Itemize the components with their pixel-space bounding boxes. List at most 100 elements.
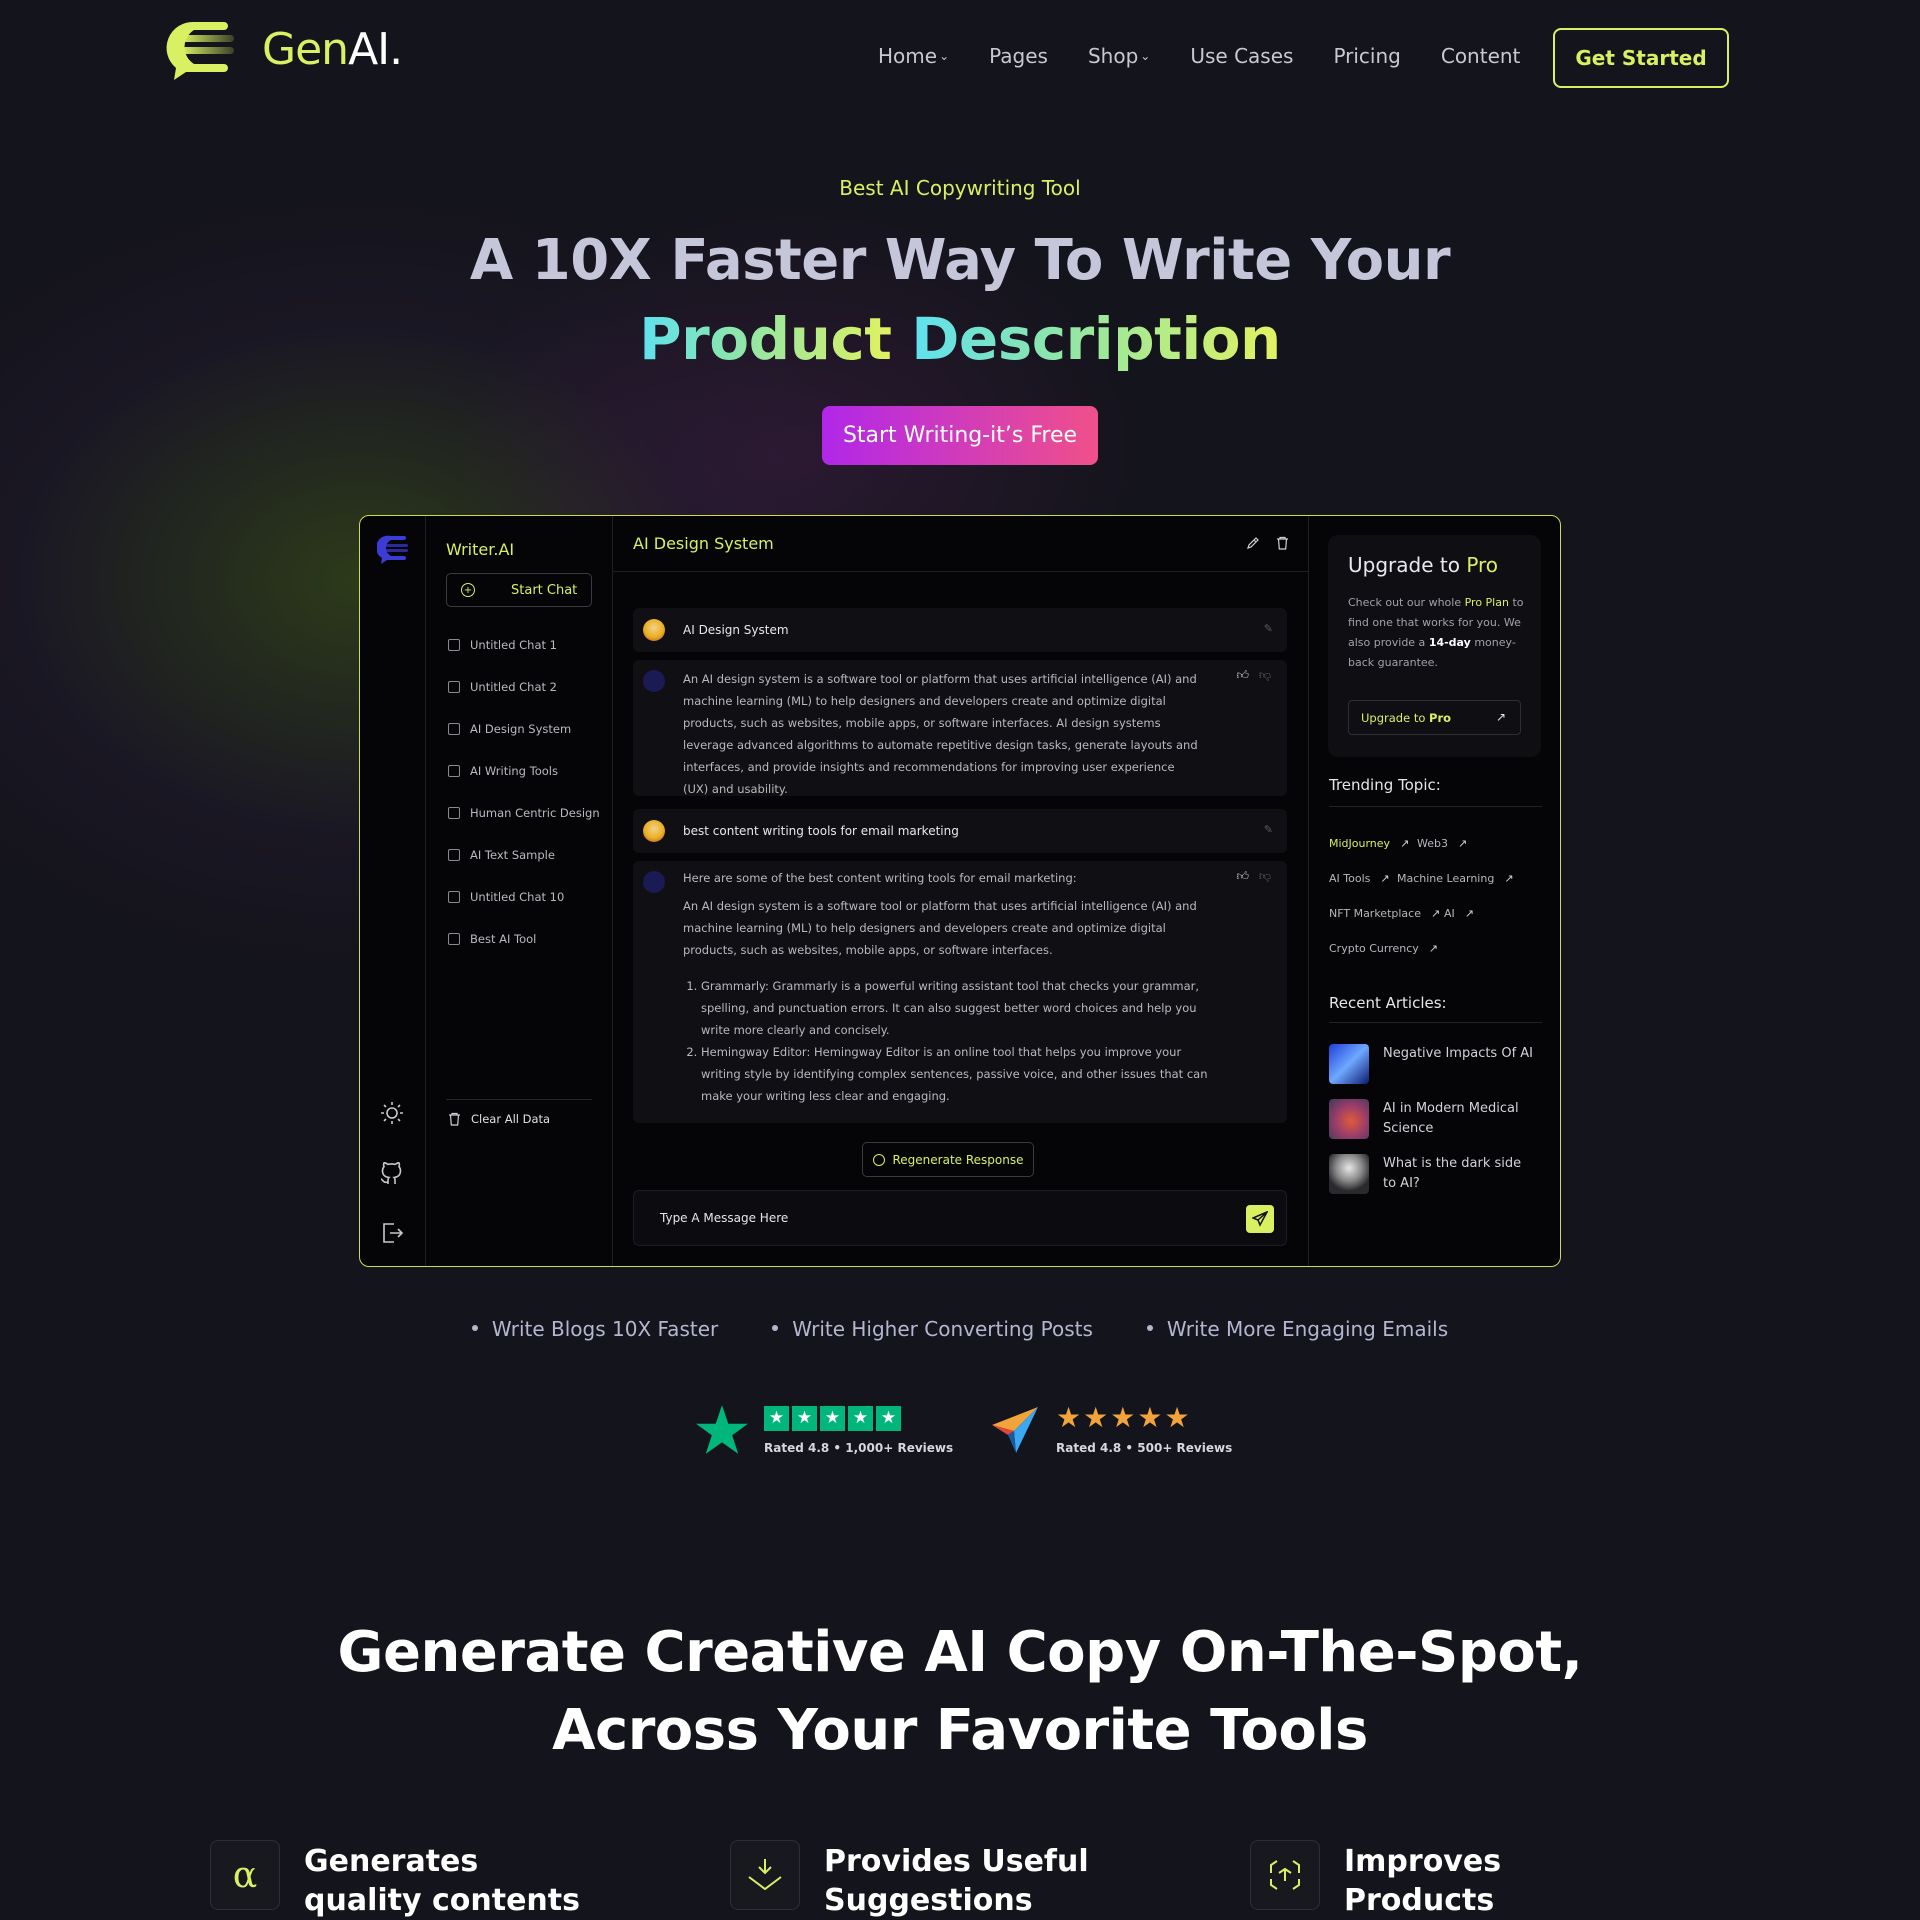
clear-all-button[interactable]: Clear All Data — [448, 1112, 550, 1126]
avatar — [643, 619, 665, 641]
focus-frame-icon — [1250, 1840, 1320, 1910]
chat-item[interactable]: Untitled Chat 10 — [448, 890, 564, 904]
benefit-list: Write Blogs 10X Faster Write Higher Conv… — [0, 1317, 1920, 1341]
user-message: AI Design System ✎ — [633, 608, 1287, 652]
tool-list: Grammarly: Grammarly is a powerful writi… — [701, 975, 1213, 1107]
sun-icon[interactable] — [379, 1100, 405, 1126]
chat-icon — [448, 891, 460, 903]
send-button[interactable] — [1246, 1205, 1274, 1233]
star-icon: ★ — [792, 1405, 817, 1431]
github-icon[interactable] — [379, 1160, 405, 1186]
edit-icon[interactable] — [1246, 536, 1260, 550]
nav-pages[interactable]: Pages — [989, 44, 1048, 68]
logo[interactable]: GenAI. — [164, 18, 403, 80]
logout-icon[interactable] — [379, 1220, 405, 1246]
chat-list: Writer.AI + Start Chat Untitled Chat 1 U… — [426, 516, 613, 1266]
chat-item[interactable]: Untitled Chat 2 — [448, 680, 557, 694]
chat-main: AI Design System AI Design System ✎ An A… — [613, 516, 1309, 1266]
trending-tag[interactable]: MidJourney ↗ — [1329, 837, 1409, 850]
trash-icon[interactable] — [1276, 536, 1289, 550]
upgrade-text: Check out our whole Pro Plan to find one… — [1348, 596, 1524, 669]
start-chat-button[interactable]: + Start Chat — [446, 573, 592, 607]
chat-title: AI Design System — [633, 534, 774, 553]
trending-tag[interactable]: Crypto Currency ↗ — [1329, 942, 1438, 955]
hero-title-highlight: Product Description — [639, 305, 1281, 373]
regenerate-button[interactable]: Regenerate Response — [862, 1142, 1034, 1177]
star-icon: ★ — [1164, 1401, 1190, 1434]
article-thumbnail — [1329, 1044, 1369, 1084]
trending-tag[interactable]: NFT Marketplace ↗ — [1329, 907, 1440, 920]
benefit-item: Write Blogs 10X Faster — [472, 1317, 718, 1341]
avatar — [643, 820, 665, 842]
chat-item[interactable]: AI Text Sample — [448, 848, 555, 862]
chevron-down-icon: ⌄ — [1140, 49, 1151, 63]
alpha-icon: α — [210, 1840, 280, 1910]
chat-item[interactable]: AI Design System — [448, 722, 571, 736]
section-title: Across Your Favorite Tools — [552, 1698, 1368, 1763]
brand-name: GenAI. — [262, 23, 403, 75]
feature-item: α Generates quality contents — [210, 1840, 604, 1920]
divider — [1329, 806, 1542, 807]
trending-tag[interactable]: AI ↗ — [1444, 907, 1474, 920]
thumbs-down-icon[interactable]: 👎︎ — [1259, 869, 1271, 884]
ai-avatar — [643, 871, 665, 893]
chat-icon — [448, 807, 460, 819]
chat-item[interactable]: Best AI Tool — [448, 932, 536, 946]
article-item[interactable]: What is the dark side to AI? — [1329, 1154, 1533, 1194]
article-item[interactable]: AI in Modern Medical Science — [1329, 1099, 1533, 1139]
chat-item[interactable]: Untitled Chat 1 — [448, 638, 557, 652]
arrow-up-right-icon: ↗ — [1504, 872, 1514, 885]
trending-tag[interactable]: Web3 ↗ — [1417, 837, 1467, 850]
trending-tag[interactable]: Machine Learning ↗ — [1397, 872, 1514, 885]
chat-item[interactable]: AI Writing Tools — [448, 764, 558, 778]
get-started-button[interactable]: Get Started — [1553, 28, 1729, 88]
chat-icon — [448, 765, 460, 777]
message-input[interactable]: Type A Message Here — [633, 1190, 1287, 1246]
thumbs-up-icon[interactable]: 👍︎ — [1236, 869, 1249, 884]
edit-icon[interactable]: ✎ — [1264, 622, 1273, 635]
send-icon — [1252, 1211, 1268, 1227]
ai-avatar — [643, 670, 665, 692]
icon-sidebar — [360, 516, 426, 1266]
chat-item[interactable]: Human Centric Design — [448, 806, 600, 820]
star-icon: ★ — [876, 1405, 901, 1431]
thumbs-down-icon[interactable]: 👎︎ — [1259, 668, 1271, 683]
thumbs-up-icon[interactable]: 👍︎ — [1236, 668, 1249, 683]
star-icon: ★ — [1137, 1401, 1163, 1434]
hero-tagline: Best AI Copywriting Tool — [839, 176, 1081, 200]
refresh-icon — [872, 1153, 885, 1166]
feature-item: Improves Products Productivity — [1250, 1840, 1644, 1920]
trending-tag[interactable]: AI Tools ↗ — [1329, 872, 1390, 885]
arrow-up-right-icon: ↗ — [1428, 942, 1439, 955]
trending-heading: Trending Topic: — [1329, 776, 1441, 794]
nav-content[interactable]: Content — [1441, 44, 1521, 68]
star-icon: ★ — [820, 1405, 845, 1431]
nav-home[interactable]: Home ⌄ — [878, 44, 949, 68]
hero-title: A 10X Faster Way To Write Your — [469, 228, 1451, 293]
feature-item: Provides Useful Suggestions — [730, 1840, 1094, 1920]
nav-shop[interactable]: Shop ⌄ — [1088, 44, 1150, 68]
edit-icon[interactable]: ✎ — [1264, 823, 1273, 836]
app-logo-icon[interactable] — [377, 534, 409, 564]
benefit-item: Write Higher Converting Posts — [772, 1317, 1093, 1341]
chat-icon — [448, 723, 460, 735]
start-writing-button[interactable]: Start Writing-it’s Free — [822, 406, 1098, 465]
upgrade-button[interactable]: Upgrade to Pro ↗ — [1348, 700, 1521, 735]
nav-pricing[interactable]: Pricing — [1333, 44, 1400, 68]
arrow-up-right-icon: ↗ — [1457, 837, 1468, 850]
star-icon: ★ — [1110, 1401, 1136, 1434]
trash-icon — [449, 1112, 460, 1126]
trustpilot-rating: ★ ★ ★ ★ ★ Rated 4.8 • 1,000+ Reviews — [696, 1405, 953, 1455]
nav-use-cases[interactable]: Use Cases — [1190, 44, 1293, 68]
app-preview: Writer.AI + Start Chat Untitled Chat 1 U… — [359, 515, 1561, 1267]
chat-icon — [448, 681, 460, 693]
benefit-item: Write More Engaging Emails — [1147, 1317, 1448, 1341]
recent-heading: Recent Articles: — [1329, 994, 1447, 1012]
app-brand: Writer.AI — [446, 540, 515, 559]
article-item[interactable]: Negative Impacts Of AI — [1329, 1044, 1533, 1084]
upgrade-title: Upgrade to Pro — [1348, 553, 1499, 577]
article-thumbnail — [1329, 1099, 1369, 1139]
main-nav: Home ⌄ Pages Shop ⌄ Use Cases Pricing Cont… — [878, 44, 1520, 68]
arrow-up-right-icon: ↗ — [1380, 872, 1390, 885]
right-panel: Upgrade to Pro Check out our whole Pro P… — [1309, 516, 1560, 1266]
